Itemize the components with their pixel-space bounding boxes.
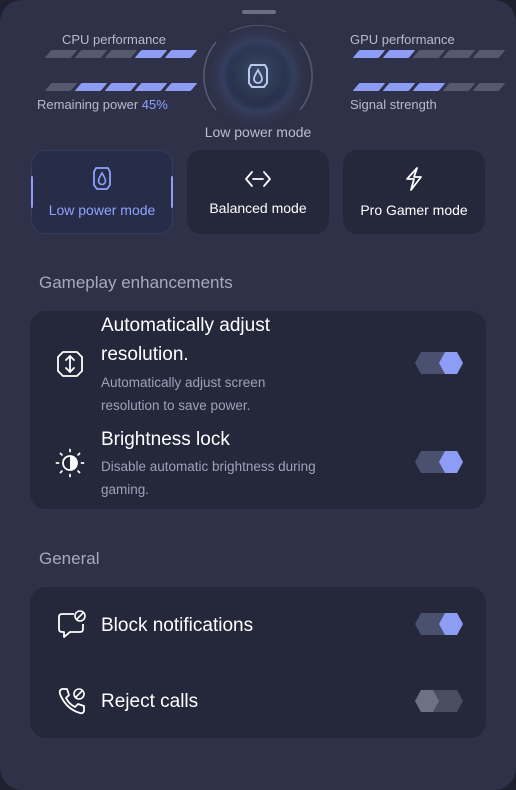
brightness-icon xyxy=(54,447,86,479)
general-section-title: General xyxy=(39,549,100,568)
mode-label-pro-gamer: Pro Gamer mode xyxy=(360,202,468,218)
shield-drop-icon xyxy=(93,167,111,190)
resolution-icon xyxy=(54,348,86,380)
meter-segment xyxy=(134,83,168,91)
meter-segment xyxy=(382,83,416,91)
brightness-lock-title: Brightness lock xyxy=(101,429,230,450)
block-notifications-toggle[interactable] xyxy=(415,613,463,635)
mode-label-balanced: Balanced mode xyxy=(209,200,307,216)
block-notifications-title: Block notifications xyxy=(101,615,254,636)
reject-calls-icon xyxy=(56,685,88,717)
active-edge-left xyxy=(31,176,33,208)
auto-resolution-subtitle: Automatically adjust screen resolution t… xyxy=(101,375,266,413)
meter-segment xyxy=(352,50,386,58)
drag-handle[interactable] xyxy=(242,10,276,14)
meter-segment xyxy=(442,50,476,58)
meter-segment xyxy=(164,83,198,91)
current-mode-caption: Low power mode xyxy=(204,124,312,140)
meter-segment xyxy=(412,83,446,91)
gameplay-card: Automatically adjust resolution. Automat… xyxy=(30,311,486,509)
signal-strength-meter xyxy=(352,83,506,93)
reject-calls-toggle[interactable] xyxy=(415,690,463,712)
mode-indicator xyxy=(196,24,320,128)
cpu-performance-meter xyxy=(44,50,198,60)
meter-segment xyxy=(74,50,108,58)
signal-strength-label: Signal strength xyxy=(350,97,437,112)
meter-segment xyxy=(44,50,78,58)
gameplay-section-title: Gameplay enhancements xyxy=(39,273,233,292)
mode-card-balanced[interactable]: Balanced mode xyxy=(187,150,329,234)
active-edge-right xyxy=(171,176,173,208)
balance-arrows-icon xyxy=(245,171,271,187)
remaining-power-value: 45% xyxy=(141,97,168,112)
meter-segment xyxy=(104,50,138,58)
meter-segment xyxy=(412,50,446,58)
cpu-performance-label: CPU performance xyxy=(62,32,167,47)
shield-drop-icon xyxy=(248,64,268,88)
meter-segment xyxy=(104,83,138,91)
remaining-power-text: Remaining power xyxy=(37,97,139,112)
mode-card-low-power[interactable]: Low power mode xyxy=(31,150,173,234)
meter-segment xyxy=(472,83,506,91)
meter-segment xyxy=(442,83,476,91)
brightness-lock-subtitle: Disable automatic brightness during gami… xyxy=(101,459,316,497)
remaining-power-label: Remaining power 45% xyxy=(37,97,168,112)
remaining-power-meter xyxy=(44,83,198,93)
meter-segment xyxy=(134,50,168,58)
block-notifications-icon xyxy=(56,609,88,641)
mode-card-pro-gamer[interactable]: Pro Gamer mode xyxy=(343,150,485,234)
auto-resolution-toggle[interactable] xyxy=(415,352,463,374)
meter-segment xyxy=(164,50,198,58)
brightness-lock-toggle[interactable] xyxy=(415,451,463,473)
meter-segment xyxy=(74,83,108,91)
reject-calls-title: Reject calls xyxy=(101,691,199,712)
gpu-performance-meter xyxy=(352,50,506,60)
gpu-performance-label: GPU performance xyxy=(350,32,455,47)
meter-segment xyxy=(472,50,506,58)
auto-resolution-title: Automatically adjust resolution. xyxy=(101,315,270,365)
meter-segment xyxy=(382,50,416,58)
game-assistant-panel: CPU performance Remaining power 45% GPU … xyxy=(0,0,516,790)
general-card: Block notifications Reject calls xyxy=(30,587,486,738)
meter-segment xyxy=(44,83,78,91)
mode-label-low-power: Low power mode xyxy=(48,202,156,218)
meter-segment xyxy=(352,83,386,91)
lightning-icon xyxy=(406,167,422,191)
mode-indicator-disc xyxy=(223,41,293,111)
